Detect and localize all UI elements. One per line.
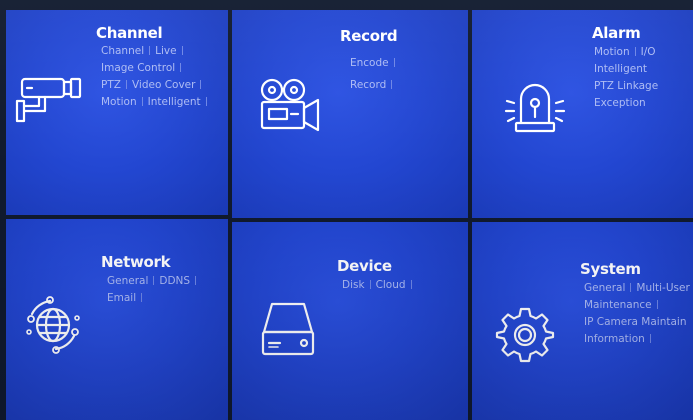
link-email[interactable]: Email <box>107 292 136 304</box>
separator <box>180 63 182 72</box>
globe-icon <box>20 292 86 358</box>
separator <box>393 58 395 67</box>
link-video-cover[interactable]: Video Cover <box>132 79 196 91</box>
separator <box>181 46 183 55</box>
link-ptz[interactable]: PTZ <box>101 79 121 91</box>
link-motion[interactable]: Motion <box>594 46 630 58</box>
link-image-control[interactable]: Image Control <box>101 62 175 74</box>
tile-alarm-title: Alarm <box>592 24 641 42</box>
separator <box>195 276 197 285</box>
separator <box>369 280 371 289</box>
tile-channel-links: Channel Live Image Control PTZ Video Cover… <box>101 43 212 111</box>
tile-record[interactable]: Record Encode Record <box>232 10 468 218</box>
tile-device-links: Disk Cloud <box>342 277 417 294</box>
separator <box>141 293 143 302</box>
tile-device-title: Device <box>337 257 392 275</box>
separator <box>391 80 393 89</box>
separator <box>649 334 651 343</box>
link-io[interactable]: I/O <box>641 46 656 58</box>
link-maintenance[interactable]: Maintenance <box>584 299 652 311</box>
link-ptz-linkage[interactable]: PTZ Linkage <box>594 80 658 92</box>
hard-drive-icon <box>258 300 318 358</box>
separator <box>410 280 412 289</box>
link-intelligent[interactable]: Intelligent <box>594 63 647 75</box>
link-general[interactable]: General <box>107 275 148 287</box>
link-intelligent[interactable]: Intelligent <box>148 96 201 108</box>
tile-system[interactable]: System General Multi-User Maintenance IP … <box>472 222 693 420</box>
tile-channel-title: Channel <box>96 24 163 42</box>
link-ddns[interactable]: DDNS <box>159 275 190 287</box>
link-general[interactable]: General <box>584 282 625 294</box>
gear-icon <box>494 304 556 366</box>
tile-network[interactable]: Network General DDNS Email <box>6 219 228 420</box>
tile-alarm[interactable]: Alarm Motion I/O Intelligent PTZ Linkage … <box>472 10 693 218</box>
tile-system-links: General Multi-User Maintenance IP Camera … <box>584 280 690 348</box>
film-camera-icon <box>258 76 324 132</box>
link-cloud[interactable]: Cloud <box>376 279 406 291</box>
alarm-beacon-icon <box>504 81 566 135</box>
separator <box>656 300 658 309</box>
tile-device[interactable]: Device Disk Cloud <box>232 222 468 420</box>
tile-channel[interactable]: Channel Channel Live Image Control PTZ Vid… <box>6 10 228 215</box>
main-menu-screen: Channel Channel Live Image Control PTZ Vid… <box>0 0 693 420</box>
tile-record-title: Record <box>340 27 398 45</box>
link-record[interactable]: Record <box>350 79 386 91</box>
separator <box>205 97 207 106</box>
tile-network-title: Network <box>101 253 171 271</box>
link-exception[interactable]: Exception <box>594 97 646 109</box>
link-live[interactable]: Live <box>155 45 176 57</box>
separator <box>153 276 155 285</box>
separator <box>634 47 636 56</box>
link-motion[interactable]: Motion <box>101 96 137 108</box>
link-encode[interactable]: Encode <box>350 57 389 69</box>
link-multi-user[interactable]: Multi-User <box>636 282 689 294</box>
tile-alarm-links: Motion I/O Intelligent PTZ Linkage Except… <box>594 44 658 112</box>
separator <box>125 80 127 89</box>
tile-network-links: General DDNS Email <box>107 273 201 307</box>
camera-icon <box>14 73 84 125</box>
separator <box>141 97 143 106</box>
link-ip-camera-maintain[interactable]: IP Camera Maintain <box>584 316 687 328</box>
tile-record-links: Encode Record <box>350 52 400 96</box>
link-channel[interactable]: Channel <box>101 45 144 57</box>
tile-system-title: System <box>580 260 641 278</box>
link-disk[interactable]: Disk <box>342 279 365 291</box>
separator <box>149 46 151 55</box>
separator <box>200 80 202 89</box>
link-information[interactable]: Information <box>584 333 645 345</box>
separator <box>630 283 632 292</box>
